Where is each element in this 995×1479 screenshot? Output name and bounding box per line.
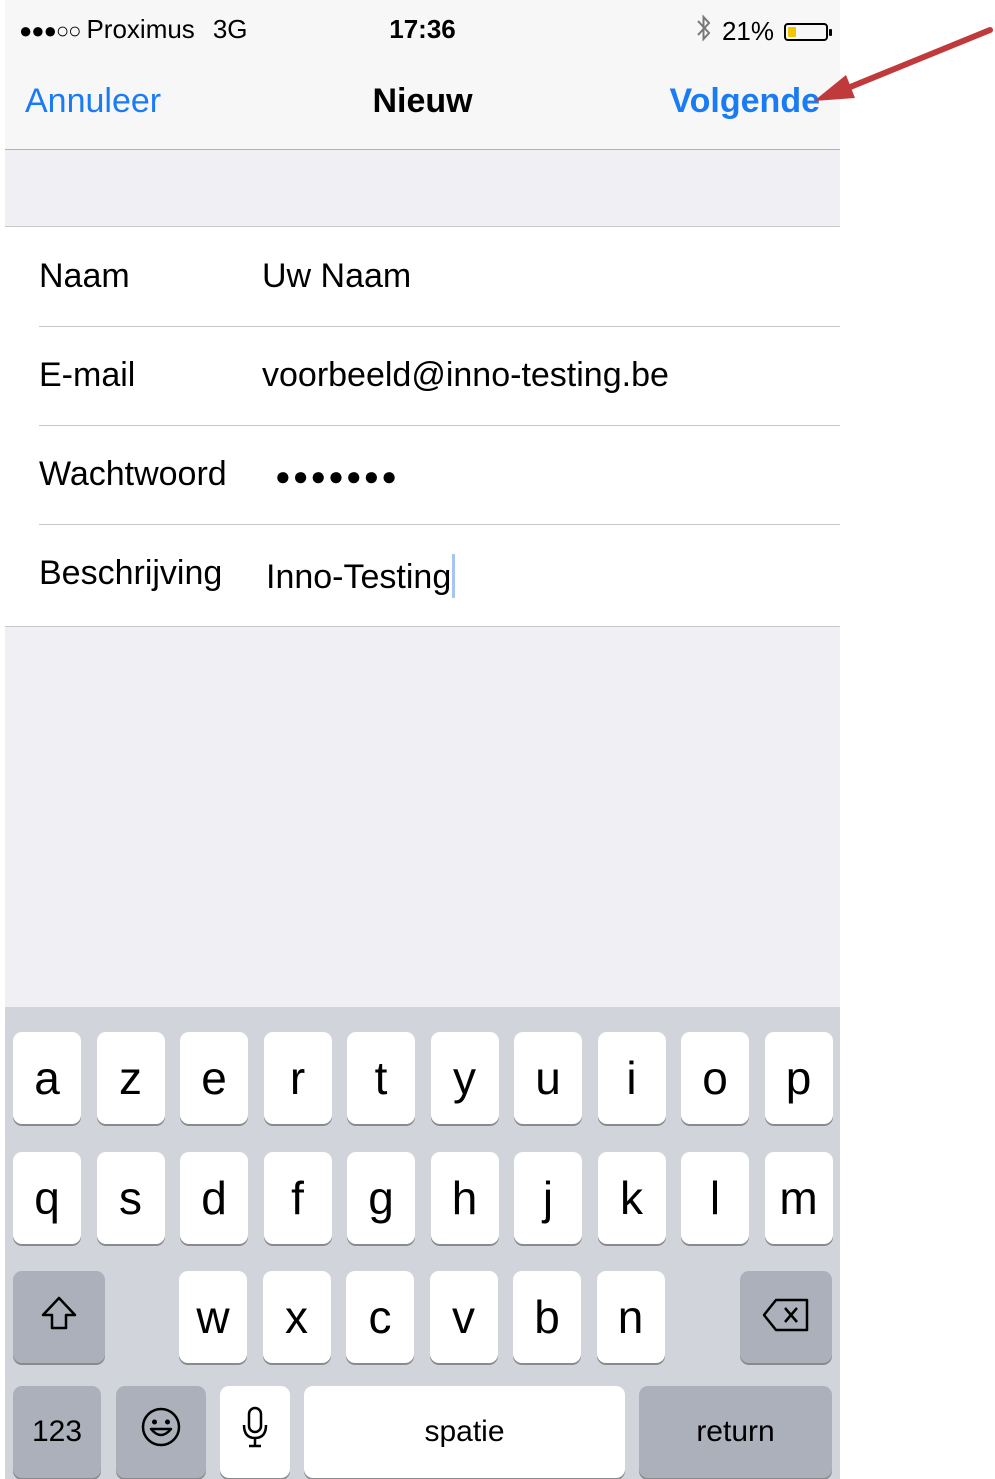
password-field[interactable]: ●●●●●●●	[275, 461, 399, 492]
keyboard: azertyuiop qsdfghjklm wxcvbn 123 spatie …	[5, 1007, 840, 1479]
form-row-description[interactable]: Beschrijving Inno-Testing	[5, 524, 840, 623]
shift-key[interactable]	[13, 1271, 105, 1363]
emoji-icon	[139, 1405, 183, 1460]
key-l[interactable]: l	[681, 1152, 749, 1244]
navigation-bar: Annuleer Nieuw Volgende	[5, 60, 840, 150]
key-i[interactable]: i	[597, 1032, 666, 1124]
key-n[interactable]: n	[596, 1271, 665, 1363]
microphone-key[interactable]	[220, 1386, 290, 1478]
key-q[interactable]: q	[13, 1152, 81, 1244]
key-y[interactable]: y	[430, 1032, 499, 1124]
status-right: 21%	[696, 14, 832, 49]
key-u[interactable]: u	[514, 1032, 582, 1124]
password-label: Wachtwoord	[39, 455, 227, 493]
key-w[interactable]: w	[179, 1271, 247, 1363]
key-k[interactable]: k	[597, 1152, 666, 1244]
key-b[interactable]: b	[513, 1271, 581, 1363]
description-label: Beschrijving	[39, 554, 223, 592]
status-bar: ●●●○○ Proximus 3G 17:36 21%	[5, 0, 840, 60]
numbers-key[interactable]: 123	[13, 1386, 101, 1478]
battery-fill	[788, 26, 796, 37]
key-g[interactable]: g	[347, 1152, 415, 1244]
key-m[interactable]: m	[764, 1152, 833, 1244]
key-s[interactable]: s	[96, 1152, 165, 1244]
email-label: E-mail	[39, 356, 136, 394]
form-row-password[interactable]: Wachtwoord ●●●●●●●	[5, 425, 840, 524]
battery-icon	[784, 22, 832, 41]
space-key[interactable]: spatie	[304, 1386, 625, 1478]
name-label: Naam	[39, 257, 130, 295]
return-key[interactable]: return	[639, 1386, 832, 1478]
name-field[interactable]: Uw Naam	[262, 257, 411, 296]
form-row-name[interactable]: Naam Uw Naam	[5, 227, 840, 326]
bluetooth-icon	[696, 14, 712, 49]
key-p[interactable]: p	[764, 1032, 833, 1124]
key-f[interactable]: f	[263, 1152, 332, 1244]
key-d[interactable]: d	[180, 1152, 248, 1244]
key-h[interactable]: h	[430, 1152, 499, 1244]
account-form: Naam Uw Naam E-mail voorbeeld@inno-testi…	[5, 226, 840, 627]
phone-screen: ●●●○○ Proximus 3G 17:36 21% Annuleer Nieuw…	[5, 0, 840, 1479]
delete-icon	[761, 1290, 811, 1344]
key-a[interactable]: a	[13, 1032, 81, 1124]
microphone-icon	[241, 1405, 269, 1460]
key-v[interactable]: v	[429, 1271, 498, 1363]
description-value: Inno-Testing	[266, 558, 452, 596]
description-field[interactable]: Inno-Testing	[266, 554, 456, 598]
next-button[interactable]: Volgende	[670, 82, 821, 121]
email-field[interactable]: voorbeeld@inno-testing.be	[262, 356, 669, 395]
key-o[interactable]: o	[681, 1032, 749, 1124]
delete-key[interactable]	[740, 1271, 832, 1363]
battery-percent: 21%	[721, 16, 774, 46]
key-e[interactable]: e	[180, 1032, 248, 1124]
key-x[interactable]: x	[262, 1271, 331, 1363]
key-z[interactable]: z	[96, 1032, 165, 1124]
shift-icon	[39, 1290, 79, 1344]
key-r[interactable]: r	[263, 1032, 332, 1124]
key-t[interactable]: t	[347, 1032, 415, 1124]
form-row-email[interactable]: E-mail voorbeeld@inno-testing.be	[5, 326, 840, 425]
key-c[interactable]: c	[346, 1271, 414, 1363]
text-cursor	[452, 554, 456, 598]
key-j[interactable]: j	[514, 1152, 582, 1244]
emoji-key[interactable]	[116, 1386, 206, 1478]
